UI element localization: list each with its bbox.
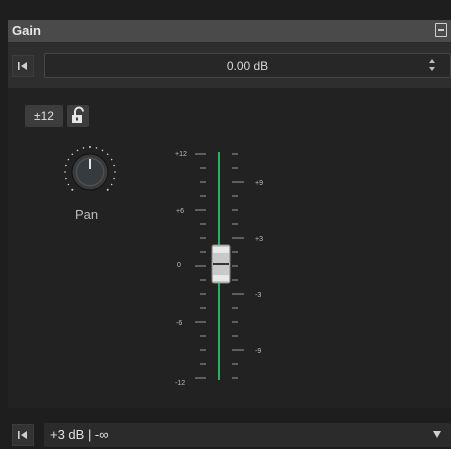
pan-knob-label: Pan (75, 207, 99, 222)
fader-handle[interactable] (211, 244, 231, 284)
dropdown-arrow-icon[interactable] (433, 431, 441, 438)
lock-open-icon (72, 106, 84, 123)
spin-arrows-icon[interactable] (428, 58, 436, 72)
reset-icon (18, 62, 27, 70)
scale-label-plus6: +6 (176, 208, 184, 215)
collapse-icon[interactable] (435, 23, 447, 37)
left-scale: +12 +6 0 -6 -12 (175, 151, 206, 387)
scale-label-minus12: -12 (175, 380, 185, 387)
scale-label-minus3: -3 (255, 292, 261, 299)
preset-reset-button[interactable] (12, 424, 34, 446)
right-scale: +9 +3 -3 -9 (232, 153, 263, 379)
scale-label-minus6: -6 (176, 320, 182, 327)
scale-label-0: 0 (177, 262, 181, 269)
panel-title: Gain (12, 23, 41, 38)
range-toggle-button[interactable]: ±12 (25, 105, 63, 127)
gain-value: 0.00 dB (226, 59, 269, 73)
reset-icon (18, 431, 27, 439)
scale-label-plus3: +3 (255, 236, 263, 243)
gain-fader[interactable]: +12 +6 0 -6 -12 +9 +3 -3 -9 (160, 140, 280, 390)
gain-value-field[interactable]: 0.00 dB (44, 53, 451, 78)
panel-titlebar: Gain (8, 20, 451, 43)
preset-value: +3 dB | -∞ (50, 427, 109, 442)
scale-label-minus9: -9 (255, 348, 261, 355)
lock-button[interactable] (67, 105, 89, 127)
preset-dropdown[interactable]: +3 dB | -∞ (44, 423, 451, 447)
scale-label-plus12: +12 (175, 151, 187, 158)
pan-knob[interactable] (62, 144, 118, 200)
reset-gain-button[interactable] (12, 55, 34, 77)
scale-label-plus9: +9 (255, 180, 263, 187)
